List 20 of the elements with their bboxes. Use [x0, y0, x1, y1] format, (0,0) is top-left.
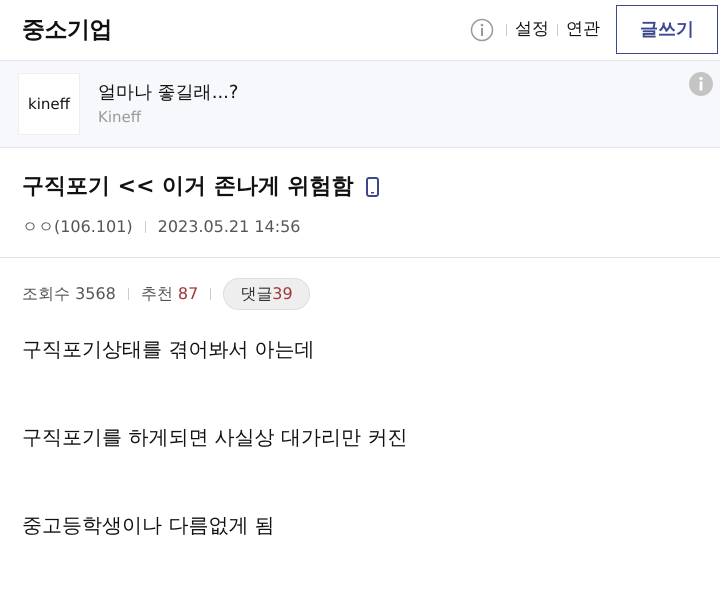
info-icon[interactable] — [470, 18, 494, 42]
body-text: 중고등학생이나 다름없게 됨 — [22, 512, 276, 539]
post-date: 2023.05.21 14:56 — [158, 216, 300, 238]
post-title: 구직포기 << 이거 존나게 위험함 — [22, 173, 354, 201]
recommend-count: 추천 87 — [140, 283, 198, 305]
phone-icon — [366, 176, 379, 196]
advertiser-name: Kineff — [98, 107, 142, 128]
author-name[interactable]: ㅇㅇ(106.101) — [22, 215, 133, 239]
info-icon[interactable] — [689, 72, 713, 96]
body-text: 구직포기를 하게되면 사실상 대가리만 커진 — [22, 424, 408, 451]
header-link[interactable]: 연관 — [562, 17, 604, 43]
advertiser-logo: kineff — [18, 73, 80, 135]
ad-banner[interactable]: kineff 얼마나 좋길래...? Kineff — [0, 60, 720, 148]
write-button[interactable]: 글쓰기 — [616, 4, 718, 54]
header-link[interactable]: 설정 — [511, 17, 553, 43]
body-text: 구직포기상태를 겪어봐서 아는데 — [22, 336, 316, 363]
view-count: 조회수 3568 — [22, 283, 116, 305]
comment-count-button[interactable]: 댓글39 — [223, 278, 310, 310]
board-title: 중소기업 — [22, 16, 112, 45]
ad-headline: 얼마나 좋길래...? — [98, 81, 238, 106]
